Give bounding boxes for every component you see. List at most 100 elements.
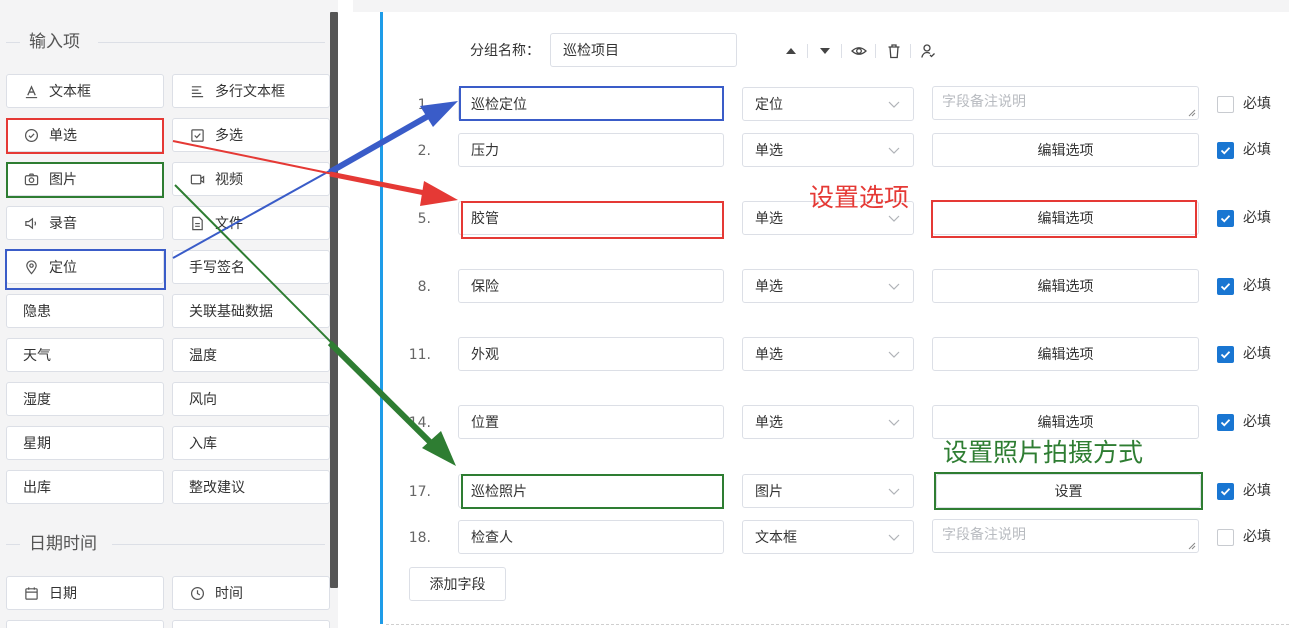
field-type-select[interactable]: 图片 (742, 474, 914, 508)
chevron-down-icon (888, 147, 900, 154)
palette-item-label: 湿度 (23, 392, 51, 408)
field-type-select[interactable]: 文本框 (742, 520, 914, 554)
divider (841, 44, 842, 58)
palette-item-hazard[interactable]: 隐患 (6, 294, 164, 328)
palette-item-video[interactable]: 视频 (172, 162, 330, 196)
panel-gap (338, 0, 353, 628)
palette-scrollbar[interactable] (330, 12, 338, 588)
checkbox-icon (189, 127, 205, 143)
edit-options-button[interactable]: 编辑选项 (932, 337, 1199, 371)
field-number: 2. (417, 143, 431, 159)
palette-item-label: 时间 (215, 586, 243, 602)
field-name-input[interactable]: 巡检定位 (458, 87, 724, 121)
input-section-title: 输入项 (29, 32, 80, 52)
required-checkbox[interactable] (1217, 278, 1234, 295)
palette-item-label: 关联基础数据 (189, 304, 273, 320)
photo-settings-button[interactable]: 设置 (936, 474, 1201, 508)
field-note-textarea[interactable]: 字段备注说明 (932, 86, 1199, 120)
selected-group-indicator (380, 12, 383, 624)
field-name-input[interactable]: 保险 (458, 269, 724, 303)
field-name-input[interactable]: 压力 (458, 133, 724, 167)
palette-item-single-choice[interactable]: 单选 (6, 118, 164, 152)
required-checkbox[interactable] (1217, 210, 1234, 227)
divider (910, 44, 911, 58)
chevron-down-icon (888, 534, 900, 541)
field-palette: 输入项 文本框 多行文本框 单选 多选 图片 视频 录音 文件 定位 手写签名 … (0, 0, 338, 628)
required-checkbox[interactable] (1217, 414, 1234, 431)
person-icon[interactable] (919, 42, 937, 60)
move-down-icon[interactable] (816, 42, 834, 60)
palette-item-image[interactable]: 图片 (6, 162, 164, 196)
clock-icon (189, 585, 205, 601)
field-type-value: 单选 (755, 279, 783, 295)
palette-item-linked-data[interactable]: 关联基础数据 (172, 294, 330, 328)
palette-item-label: 风向 (189, 392, 217, 408)
palette-item-stock-out[interactable]: 出库 (6, 470, 164, 504)
required-checkbox[interactable] (1217, 142, 1234, 159)
required-checkbox[interactable] (1217, 529, 1234, 546)
edit-options-button[interactable]: 编辑选项 (932, 269, 1199, 303)
move-up-icon[interactable] (782, 42, 800, 60)
form-designer-screen: 输入项 文本框 多行文本框 单选 多选 图片 视频 录音 文件 定位 手写签名 … (0, 0, 1289, 628)
palette-item-partial[interactable] (172, 620, 330, 628)
edit-options-button[interactable]: 编辑选项 (932, 201, 1199, 235)
palette-item-audio[interactable]: 录音 (6, 206, 164, 240)
eye-icon[interactable] (850, 42, 868, 60)
field-name-input[interactable]: 胶管 (458, 201, 724, 235)
palette-item-wind-direction[interactable]: 风向 (172, 382, 330, 416)
palette-item-location[interactable]: 定位 (6, 250, 164, 284)
trash-icon[interactable] (885, 42, 903, 60)
palette-item-time[interactable]: 时间 (172, 576, 330, 610)
field-type-select[interactable]: 单选 (742, 337, 914, 371)
required-label: 必填 (1243, 96, 1271, 112)
palette-item-stock-in[interactable]: 入库 (172, 426, 330, 460)
required-label: 必填 (1243, 414, 1271, 430)
edit-options-button[interactable]: 编辑选项 (932, 133, 1199, 167)
group-name-label: 分组名称： (470, 43, 540, 59)
add-field-button[interactable]: 添加字段 (409, 567, 506, 601)
field-type-select[interactable]: 定位 (742, 87, 914, 121)
palette-item-weather[interactable]: 天气 (6, 338, 164, 372)
palette-item-label: 出库 (23, 480, 51, 496)
required-checkbox[interactable] (1217, 483, 1234, 500)
field-type-select[interactable]: 单选 (742, 405, 914, 439)
resize-grip-icon[interactable] (1188, 109, 1196, 117)
palette-item-temperature[interactable]: 温度 (172, 338, 330, 372)
palette-item-humidity[interactable]: 湿度 (6, 382, 164, 416)
divider (875, 44, 876, 58)
required-checkbox[interactable] (1217, 346, 1234, 363)
field-name-input[interactable]: 外观 (458, 337, 724, 371)
check-icon (1220, 283, 1231, 291)
field-number: 18. (408, 530, 431, 546)
divider (6, 544, 20, 545)
multiline-text-icon (189, 83, 205, 99)
divider (807, 44, 808, 58)
palette-item-weekday[interactable]: 星期 (6, 426, 164, 460)
field-name-input[interactable]: 检查人 (458, 520, 724, 554)
palette-item-multi-choice[interactable]: 多选 (172, 118, 330, 152)
edit-options-button[interactable]: 编辑选项 (932, 405, 1199, 439)
palette-item-label: 手写签名 (189, 260, 245, 276)
required-checkbox[interactable] (1217, 96, 1234, 113)
palette-item-label: 多选 (215, 128, 243, 144)
palette-item-date[interactable]: 日期 (6, 576, 164, 610)
palette-item-partial[interactable] (6, 620, 164, 628)
palette-item-multiline-textbox[interactable]: 多行文本框 (172, 74, 330, 108)
field-type-value: 文本框 (755, 530, 797, 546)
field-type-select[interactable]: 单选 (742, 133, 914, 167)
palette-item-label: 天气 (23, 348, 51, 364)
group-name-input[interactable]: 巡检项目 (550, 33, 737, 67)
field-name-input[interactable]: 位置 (458, 405, 724, 439)
resize-grip-icon[interactable] (1188, 542, 1196, 550)
field-number: 14. (408, 415, 431, 431)
chevron-down-icon (888, 488, 900, 495)
palette-item-rectification[interactable]: 整改建议 (172, 470, 330, 504)
field-name-input[interactable]: 巡检照片 (458, 474, 724, 508)
palette-item-signature[interactable]: 手写签名 (172, 250, 330, 284)
check-icon (1220, 351, 1231, 359)
palette-item-file[interactable]: 文件 (172, 206, 330, 240)
divider (112, 544, 325, 545)
field-type-select[interactable]: 单选 (742, 269, 914, 303)
field-note-textarea[interactable]: 字段备注说明 (932, 519, 1199, 553)
palette-item-textbox[interactable]: 文本框 (6, 74, 164, 108)
